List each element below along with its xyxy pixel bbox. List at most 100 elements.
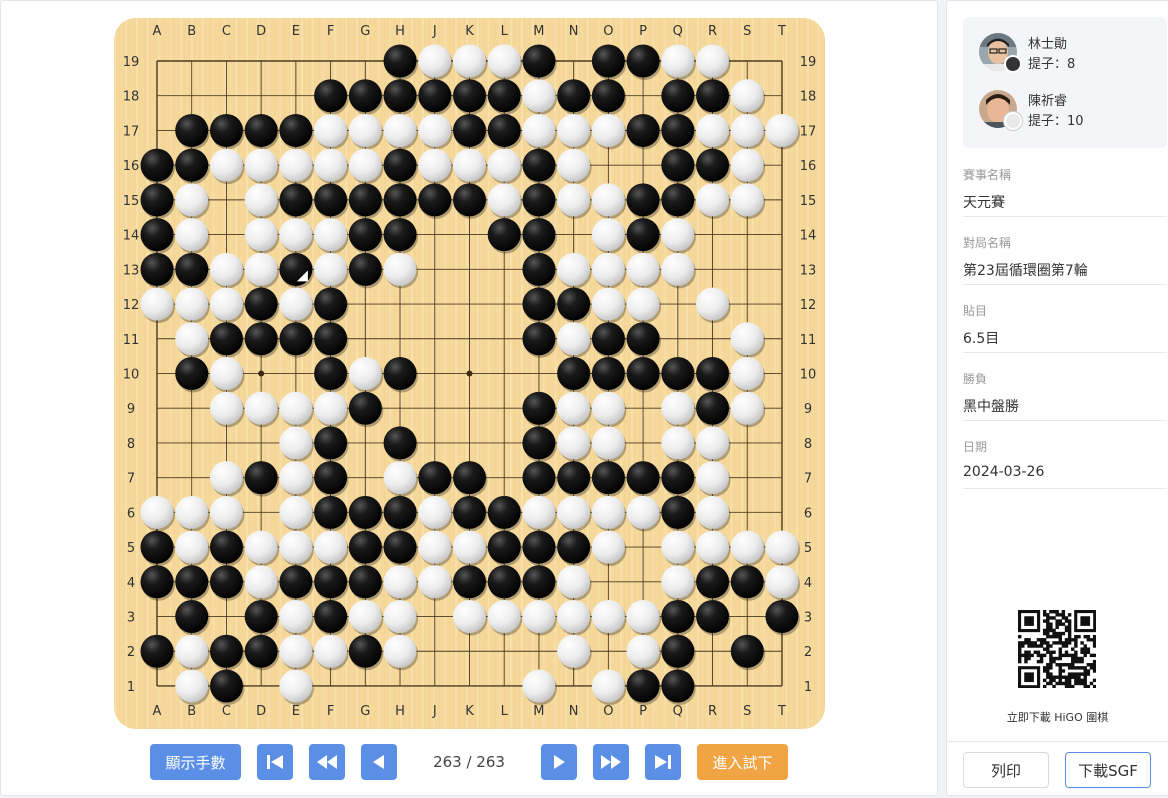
- white-stone: [244, 565, 278, 599]
- white-stone: [314, 148, 348, 182]
- print-button[interactable]: 列印: [963, 752, 1049, 788]
- last-move-button[interactable]: [645, 744, 681, 780]
- white-stone: [140, 287, 174, 321]
- row-label: 2: [127, 645, 135, 660]
- black-stone: [487, 218, 521, 252]
- white-stone: [696, 495, 730, 529]
- white-stone: [730, 113, 764, 147]
- row-label: 10: [123, 367, 140, 382]
- white-stone: [418, 530, 452, 564]
- white-stone: [175, 287, 209, 321]
- column-label: D: [256, 24, 266, 39]
- black-stone: [209, 669, 243, 703]
- black-stone: [209, 113, 243, 147]
- black-stone: [452, 565, 486, 599]
- star-point: [466, 370, 473, 377]
- row-label: 11: [800, 333, 817, 348]
- white-stone: [696, 287, 730, 321]
- black-stone: [557, 79, 591, 113]
- previous-move-button[interactable]: [361, 744, 397, 780]
- board-svg[interactable]: AABBCCDDEEFFGGHHJJKKLLMMNNOOPPQQRRSSTT19…: [114, 18, 825, 729]
- black-stone: [661, 495, 695, 529]
- black-stone: [314, 287, 348, 321]
- player-black: 林士勛 提子：8: [979, 31, 1159, 75]
- white-stone: [591, 391, 625, 425]
- go-board[interactable]: A A B B C C D D E E F F G G H H J J K K L L M M N N O O P P Q Q R R S S T T 19…: [114, 18, 825, 729]
- try-mode-button[interactable]: 進入試下: [697, 744, 788, 780]
- row-label: 1: [804, 680, 812, 695]
- white-stone: [418, 495, 452, 529]
- black-stone: [696, 391, 730, 425]
- column-label: A: [153, 24, 162, 39]
- white-stone: [730, 391, 764, 425]
- fast-backward-icon: [317, 755, 337, 769]
- black-stone: [661, 148, 695, 182]
- download-sgf-button[interactable]: 下載SGF: [1065, 752, 1151, 788]
- white-stone: [209, 495, 243, 529]
- white-stone: [279, 634, 313, 668]
- white-stone: [696, 44, 730, 78]
- black-stone: [522, 148, 556, 182]
- white-stone: [557, 391, 591, 425]
- step-forward-icon: [554, 755, 565, 769]
- black-stone: [487, 530, 521, 564]
- player-name: 陳祈睿: [1028, 94, 1068, 109]
- row-label: 9: [804, 402, 812, 417]
- row-label: 6: [804, 506, 812, 521]
- playback-controls: 顯示手數 263 / 263 進入試下: [1, 744, 937, 782]
- white-stone: [279, 495, 313, 529]
- black-stone: [209, 322, 243, 356]
- white-stone: [557, 600, 591, 634]
- first-move-button[interactable]: [257, 744, 293, 780]
- info-label: 貼目: [963, 304, 988, 318]
- info-game-name: 對局名稱 第23屆循環圈第7輪: [963, 234, 1167, 285]
- action-bar: 列印 下載SGF: [947, 741, 1168, 796]
- back-ten-button[interactable]: [309, 744, 345, 780]
- black-stone: [348, 495, 382, 529]
- black-stone: [348, 634, 382, 668]
- black-stone: [383, 495, 417, 529]
- white-stone: [452, 44, 486, 78]
- column-label: F: [327, 704, 334, 719]
- black-stone: [661, 356, 695, 390]
- black-stone: [661, 669, 695, 703]
- info-value: 第23屆循環圈第7輪: [963, 263, 1088, 279]
- black-stone: [175, 356, 209, 390]
- white-stone: [696, 113, 730, 147]
- black-stone: [696, 565, 730, 599]
- white-stone: [730, 148, 764, 182]
- white-stone: [383, 600, 417, 634]
- black-stone: [140, 218, 174, 252]
- white-stone: [383, 252, 417, 286]
- white-stone: [314, 113, 348, 147]
- white-stone: [557, 322, 591, 356]
- black-stone: [661, 183, 695, 217]
- white-stone: [314, 218, 348, 252]
- forward-ten-button[interactable]: [593, 744, 629, 780]
- black-stone: [696, 79, 730, 113]
- row-label: 2: [804, 645, 812, 660]
- black-stone: [522, 287, 556, 321]
- qr-code-icon: [1018, 610, 1097, 689]
- black-stone: [522, 183, 556, 217]
- black-stone: [626, 356, 660, 390]
- black-stone: [383, 79, 417, 113]
- column-label: O: [603, 24, 613, 39]
- black-stone: [557, 461, 591, 495]
- row-label: 8: [804, 437, 812, 452]
- main-panel: A A B B C C D D E E F F G G H H J J K K L L M M N N O O P P Q Q R R S S T T 19…: [0, 0, 938, 796]
- black-stone: [140, 148, 174, 182]
- black-stone: [314, 356, 348, 390]
- white-stone: [348, 600, 382, 634]
- column-label: A: [153, 704, 162, 719]
- show-moves-button[interactable]: 顯示手數: [150, 744, 241, 780]
- column-label: K: [465, 24, 474, 39]
- white-stone: [418, 44, 452, 78]
- info-value: 2024-03-26: [963, 464, 1045, 480]
- black-stone: [175, 565, 209, 599]
- column-label: S: [743, 704, 751, 719]
- white-stone: [314, 252, 348, 286]
- row-label: 18: [123, 90, 140, 105]
- next-move-button[interactable]: [541, 744, 577, 780]
- black-stone: [383, 183, 417, 217]
